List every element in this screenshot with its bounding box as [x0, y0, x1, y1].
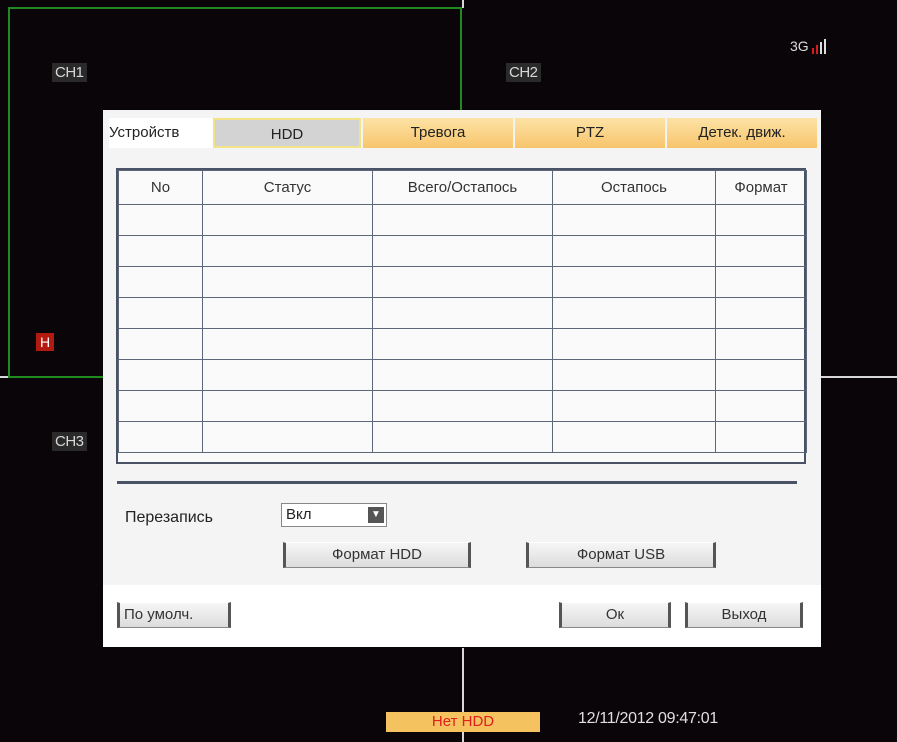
table-cell [118, 359, 203, 391]
hdd-settings-dialog: Устройств HDD Тревога PTZ Детек. движ. N… [103, 110, 821, 647]
table-cell [552, 390, 716, 422]
table-cell [715, 266, 807, 298]
table-cell [202, 204, 373, 236]
overwrite-label: Перезапись [125, 509, 214, 526]
table-cell [202, 421, 373, 453]
column-header-no: No [118, 170, 203, 205]
table-cell [372, 266, 553, 298]
tab-alarm[interactable]: Тревога [363, 118, 513, 148]
table-cell [372, 359, 553, 391]
chevron-down-icon[interactable]: ▼ [368, 507, 384, 523]
format-hdd-button[interactable]: Формат HDD [283, 542, 471, 568]
ok-button[interactable]: Ок [559, 602, 671, 628]
table-cell [202, 359, 373, 391]
disk-table: No Статус Всего/Остапось Остапось Формат [118, 170, 807, 453]
table-cell [552, 359, 716, 391]
network-type-label: 3G [790, 38, 809, 54]
table-cell [715, 390, 807, 422]
table-header-row: No Статус Всего/Остапось Остапось Формат [118, 170, 807, 205]
signal-indicator: 3G [790, 38, 826, 54]
table-cell [372, 204, 553, 236]
column-header-format: Формат [715, 170, 807, 205]
table-cell [372, 297, 553, 329]
table-row[interactable] [118, 204, 807, 236]
channel-label-ch2: CH2 [506, 63, 541, 82]
disk-table-container: No Статус Всего/Остапось Остапось Формат [116, 168, 807, 464]
table-cell [715, 235, 807, 267]
table-cell [715, 421, 807, 453]
grid-divider-horizontal [821, 376, 897, 378]
dvr-screen: CH1 CH2 CH3 H 3G Устройств HDD Тревога P… [0, 0, 897, 742]
no-hdd-status: Нет HDD [386, 712, 540, 732]
column-header-remaining: Остапось [552, 170, 716, 205]
table-cell [715, 297, 807, 329]
datetime-display: 12/11/2012 09:47:01 [578, 710, 718, 727]
table-row[interactable] [118, 297, 807, 329]
table-cell [202, 390, 373, 422]
tab-motion-detection[interactable]: Детек. движ. [667, 118, 817, 148]
table-cell [118, 390, 203, 422]
grid-divider-vertical-top [462, 0, 464, 8]
table-cell [715, 359, 807, 391]
table-row[interactable] [118, 390, 807, 422]
table-cell [118, 297, 203, 329]
table-cell [118, 235, 203, 267]
table-row[interactable] [118, 359, 807, 391]
exit-button[interactable]: Выход [685, 602, 803, 628]
tab-ptz[interactable]: PTZ [515, 118, 665, 148]
table-row[interactable] [118, 328, 807, 360]
table-cell [372, 328, 553, 360]
default-button[interactable]: По умолч. [117, 602, 231, 628]
section-divider [117, 481, 797, 484]
overwrite-select-value: Вкл [286, 506, 312, 523]
signal-bars-icon [810, 38, 826, 54]
table-cell [118, 204, 203, 236]
column-header-total: Всего/Остапось [372, 170, 553, 205]
table-cell [202, 297, 373, 329]
table-cell [372, 235, 553, 267]
table-cell [552, 266, 716, 298]
table-cell [118, 421, 203, 453]
hdd-indicator-badge: H [36, 333, 54, 351]
table-cell [552, 297, 716, 329]
tab-hdd[interactable]: HDD [213, 118, 361, 148]
table-cell [552, 421, 716, 453]
table-cell [118, 266, 203, 298]
table-cell [202, 266, 373, 298]
format-usb-button[interactable]: Формат USB [526, 542, 716, 568]
table-row[interactable] [118, 235, 807, 267]
table-cell [202, 328, 373, 360]
channel-label-ch1: CH1 [52, 63, 87, 82]
channel-label-ch3: CH3 [52, 432, 87, 451]
table-cell [715, 204, 807, 236]
table-row[interactable] [118, 266, 807, 298]
tab-device[interactable]: Устройств [109, 118, 213, 148]
table-row[interactable] [118, 421, 807, 453]
table-cell [202, 235, 373, 267]
table-cell [372, 421, 553, 453]
overwrite-select[interactable]: Вкл ▼ [281, 503, 387, 527]
table-cell [552, 235, 716, 267]
table-cell [552, 204, 716, 236]
table-cell [372, 390, 553, 422]
table-cell [715, 328, 807, 360]
table-cell [118, 328, 203, 360]
column-header-status: Статус [202, 170, 373, 205]
table-cell [552, 328, 716, 360]
